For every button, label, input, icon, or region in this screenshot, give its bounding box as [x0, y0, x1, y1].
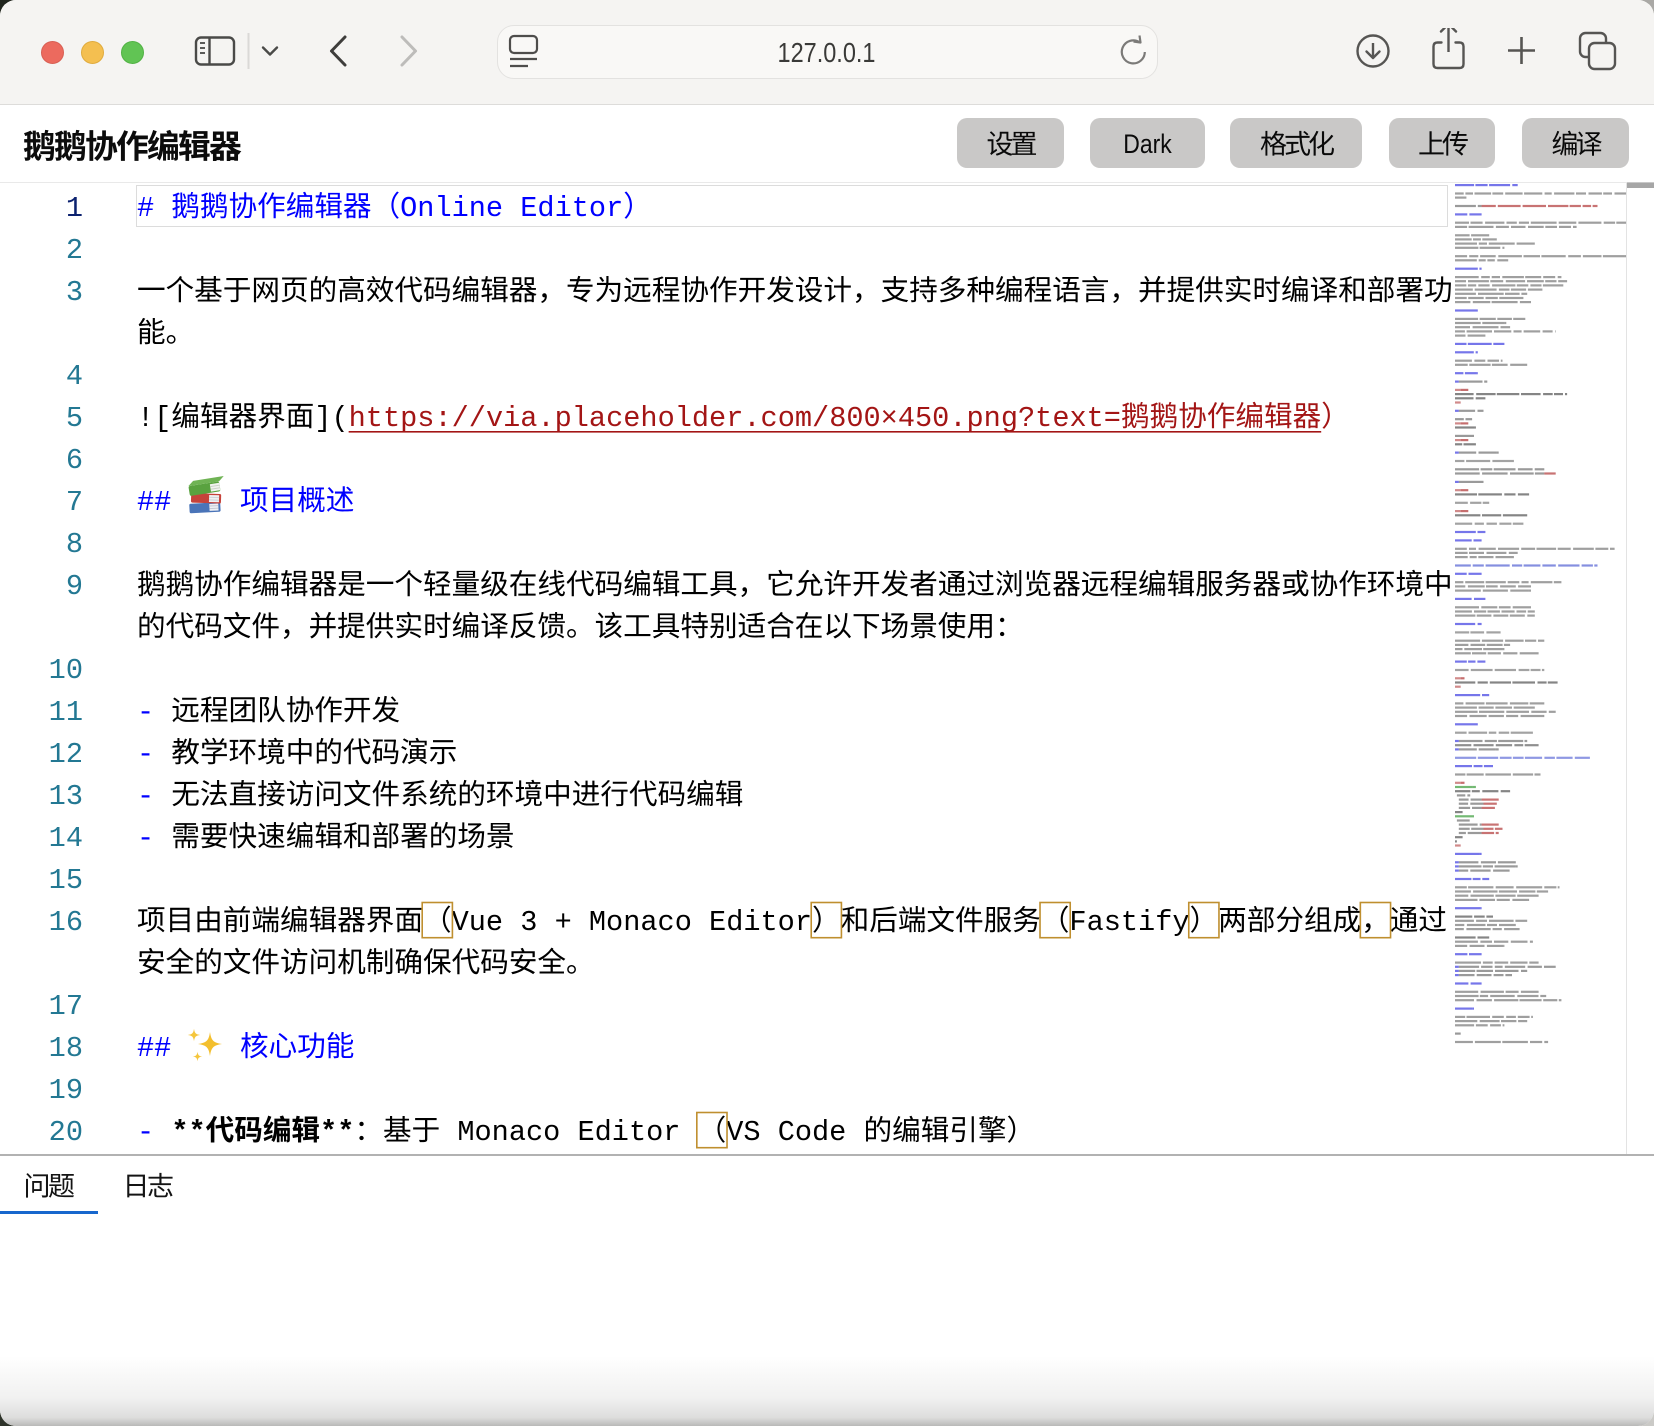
svg-text:1: 1	[66, 192, 83, 225]
svg-text:13: 13	[49, 780, 83, 813]
svg-text:20: 20	[49, 1116, 83, 1149]
svg-text:17: 17	[49, 990, 83, 1023]
svg-text:127.0.0.1: 127.0.0.1	[778, 37, 876, 68]
svg-text:18: 18	[49, 1032, 83, 1065]
svg-text:Dark: Dark	[1123, 129, 1172, 159]
svg-text:VS Code: VS Code	[726, 1116, 863, 1149]
svg-text:19: 19	[49, 1074, 83, 1107]
svg-text:9: 9	[66, 570, 83, 603]
svg-text:](: ](	[314, 402, 348, 435]
svg-text:-: -	[137, 1116, 171, 1149]
svg-text:##: ##	[137, 486, 188, 519]
svg-text:-: -	[137, 822, 171, 855]
svg-text:3: 3	[66, 276, 83, 309]
svg-text:-: -	[137, 780, 171, 813]
svg-text:Monaco Editor: Monaco Editor	[440, 1116, 697, 1149]
svg-text:11: 11	[49, 696, 83, 729]
svg-text:4: 4	[66, 360, 83, 393]
svg-text:6: 6	[66, 444, 83, 477]
svg-text:Fastify: Fastify	[1069, 906, 1189, 939]
svg-text:7: 7	[66, 486, 83, 519]
svg-text:Online Editor: Online Editor	[400, 192, 623, 225]
svg-text:![: ![	[137, 402, 171, 435]
svg-text:Vue 3 + Monaco Editor: Vue 3 + Monaco Editor	[452, 906, 812, 939]
svg-text:8: 8	[66, 528, 83, 561]
svg-text:5: 5	[66, 402, 83, 435]
svg-text:**: **	[171, 1116, 205, 1149]
svg-text:**: **	[320, 1116, 354, 1149]
svg-text:2: 2	[66, 234, 83, 267]
svg-text:14: 14	[49, 822, 83, 855]
svg-text:-: -	[137, 696, 171, 729]
svg-text:https://via.placeholder.com/80: https://via.placeholder.com/800×450.png?…	[349, 402, 1121, 435]
svg-text:16: 16	[49, 906, 83, 939]
svg-text:12: 12	[49, 738, 83, 771]
svg-text:15: 15	[49, 864, 83, 897]
svg-text:##: ##	[137, 1032, 188, 1065]
svg-text:10: 10	[49, 654, 83, 687]
svg-text:-: -	[137, 738, 171, 771]
svg-text:#: #	[137, 192, 171, 225]
